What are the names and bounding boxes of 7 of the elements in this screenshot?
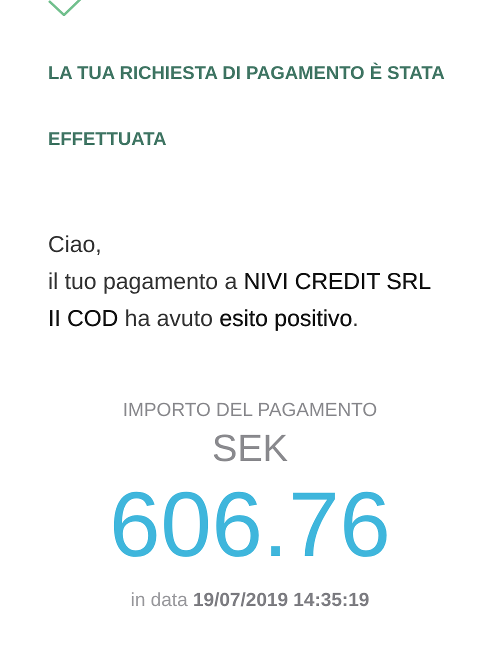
greeting-text: Ciao, (48, 230, 102, 259)
amount-value: 606.76 (109, 475, 391, 575)
payment-date: in data 19/07/2019 14:35:19 (130, 589, 370, 613)
success-title: LA TUA RICHIESTA DI PAGAMENTO È STATA EFFETTUATA (48, 61, 446, 151)
payment-message: il tuo pagamento a NIVI CREDIT SRL II COD ha avuto esito positivo. (48, 267, 432, 333)
currency-code: SEK (212, 427, 288, 471)
amount-label: IMPORTO DEL PAGAMENTO (122, 399, 378, 423)
